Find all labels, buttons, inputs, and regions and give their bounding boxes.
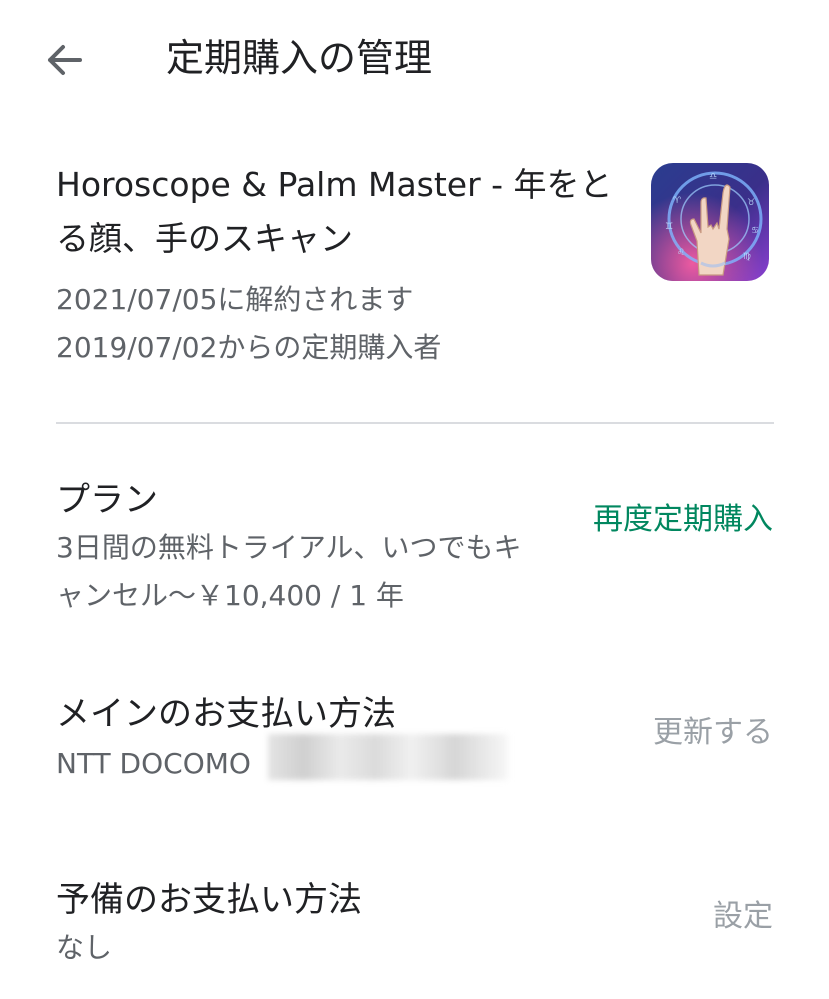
- svg-text:♍: ♍: [743, 252, 751, 262]
- horoscope-app-icon: ♈ ♉ ♊ ♋ ♌ ♍ ♎: [651, 163, 769, 281]
- resubscribe-button[interactable]: 再度定期購入: [593, 498, 773, 542]
- cancel-date-text: 2021/07/05に解約されます: [56, 283, 414, 316]
- set-backup-payment-button[interactable]: 設定: [713, 895, 773, 939]
- backup-payment-method: なし: [56, 931, 113, 964]
- arrow-left-icon: [48, 45, 82, 75]
- plan-title: プラン: [56, 480, 158, 520]
- plan-description: 3日間の無料トライアル、いつでもキャンセル〜￥10,400 / 1 年: [56, 531, 522, 612]
- redacted-payment-detail: [268, 734, 508, 780]
- app-name: Horoscope & Palm Master - 年をとる顔、手のスキャン: [56, 165, 613, 258]
- update-payment-button[interactable]: 更新する: [653, 711, 773, 755]
- page-title: 定期購入の管理: [166, 36, 433, 80]
- primary-payment-method: NTT DOCOMO: [56, 747, 251, 780]
- back-button[interactable]: [40, 34, 88, 86]
- divider: [56, 422, 774, 424]
- subscriber-since-text: 2019/07/02からの定期購入者: [56, 331, 442, 364]
- svg-text:♌: ♌: [677, 248, 685, 258]
- svg-text:♎: ♎: [709, 172, 717, 182]
- svg-text:♉: ♉: [747, 198, 755, 208]
- svg-text:♊: ♊: [665, 222, 673, 232]
- svg-text:♋: ♋: [751, 226, 759, 236]
- backup-payment-title: 予備のお支払い方法: [56, 880, 362, 920]
- primary-payment-title: メインのお支払い方法: [56, 694, 396, 734]
- svg-text:♈: ♈: [673, 196, 682, 206]
